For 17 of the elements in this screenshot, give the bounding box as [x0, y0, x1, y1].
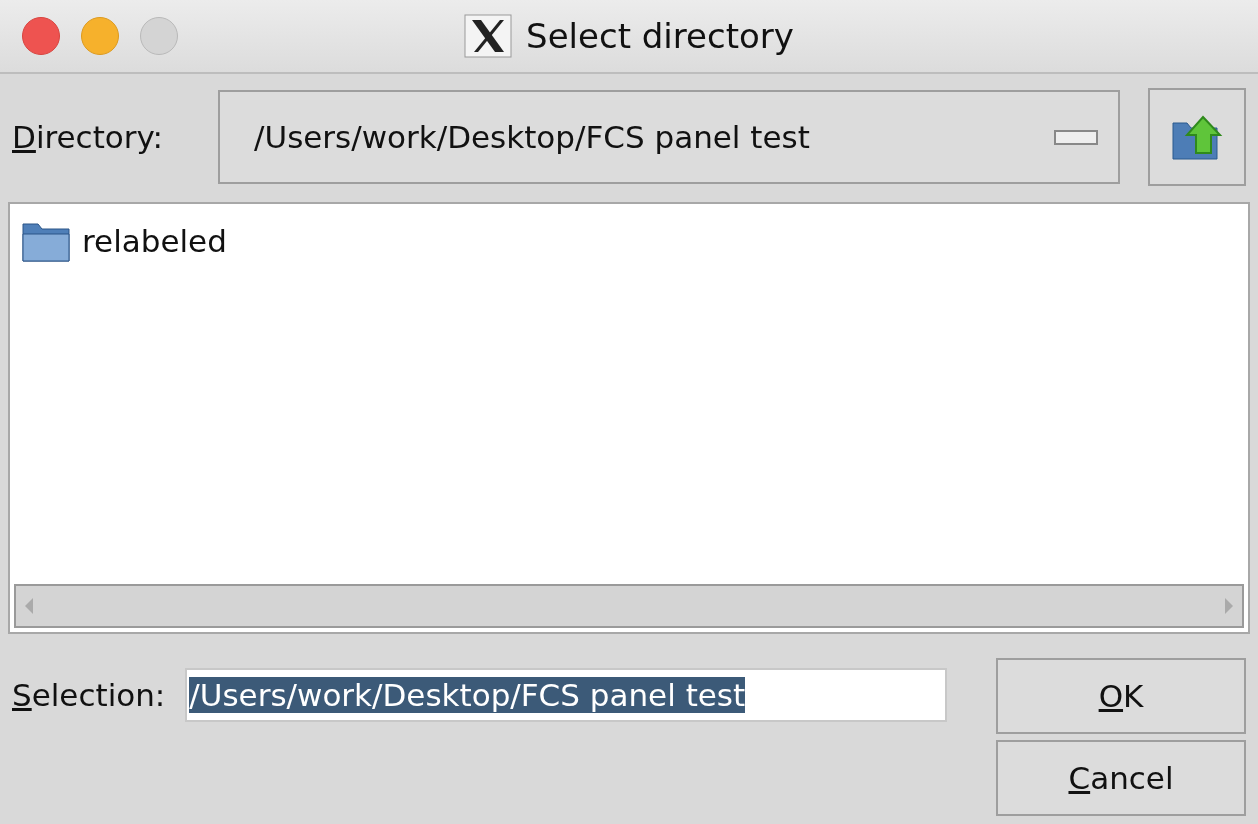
close-button[interactable] [22, 17, 60, 55]
folder-icon [22, 220, 70, 262]
horizontal-scrollbar[interactable] [14, 584, 1244, 628]
x-logo-icon [464, 14, 513, 58]
directory-dropdown[interactable]: /Users/work/Desktop/FCS panel test [218, 90, 1120, 184]
folder-up-arrow-icon [1171, 113, 1223, 161]
minimize-button[interactable] [81, 17, 119, 55]
selection-label: Selection: [12, 677, 166, 713]
parent-directory-button[interactable] [1148, 88, 1246, 186]
selection-field[interactable]: /Users/work/Desktop/FCS panel test [185, 668, 948, 722]
zoom-button[interactable] [140, 17, 178, 55]
cancel-button[interactable]: Cancel [996, 740, 1246, 816]
directory-label: Directory: [12, 119, 165, 155]
folder-name[interactable]: relabeled [82, 223, 227, 259]
window-title: Select directory [526, 16, 794, 56]
dropdown-indicator-icon [1054, 129, 1098, 145]
ok-button[interactable]: OK [996, 658, 1246, 734]
